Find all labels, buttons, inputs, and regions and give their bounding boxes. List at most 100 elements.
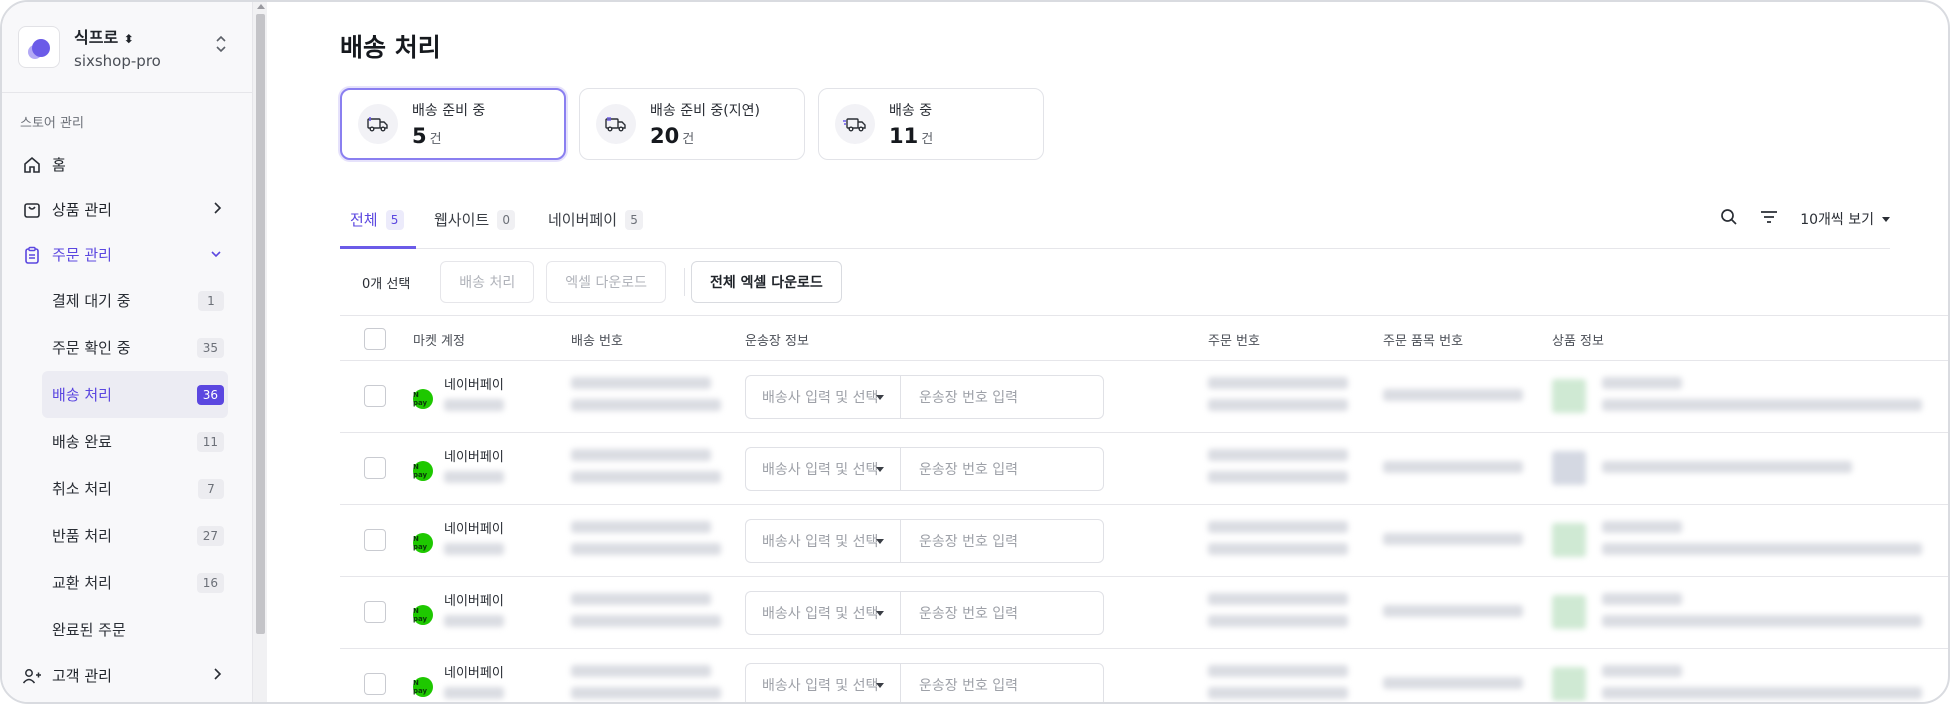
caret-down-icon: [1882, 216, 1890, 222]
tab-naverpay[interactable]: 네이버페이 5: [548, 209, 644, 230]
status-card-shipping[interactable]: 배송 중 11 건: [818, 88, 1044, 160]
tab-label: 네이버페이: [548, 211, 618, 229]
tracking-number-input[interactable]: 운송장 번호 입력: [900, 519, 1104, 563]
status-card-label: 배송 중: [889, 103, 933, 119]
actions-divider: [684, 268, 686, 296]
sidebar-item-customer[interactable]: 고객 관리: [2, 653, 252, 698]
selected-count: 0개 선택: [362, 276, 411, 292]
sidebar: 식프로 ⬍ sixshop-pro 스토어 관리 홈 상품 관리 주문 관리 결…: [2, 2, 252, 702]
tab-all[interactable]: 전체 5: [350, 209, 404, 230]
sidebar-subitem-payment-pending[interactable]: 결제 대기 중 1: [2, 277, 252, 324]
count-badge: 1: [198, 291, 224, 311]
courier-select[interactable]: 배송사 입력 및 선택: [745, 663, 900, 702]
select-all-checkbox[interactable]: [364, 328, 386, 350]
store-name-arrow-icon: ⬍: [123, 32, 134, 46]
store-toggle-icon[interactable]: [214, 34, 228, 56]
table-header: 마켓 계정 배송 번호 운송장 정보 주문 번호 주문 품목 번호 상품 정보: [340, 315, 1948, 361]
page-size-select[interactable]: 10개씩 보기: [1800, 209, 1890, 229]
tracking-number-input[interactable]: 운송장 번호 입력: [900, 591, 1104, 635]
truck-delayed-icon: [596, 104, 636, 144]
table-tools: 10개씩 보기: [1720, 208, 1890, 230]
status-cards: 배송 준비 중 5건 배송 준비 중(지연) 20 건 배송 중 11 건: [340, 88, 1044, 160]
status-card-preparing[interactable]: 배송 준비 중 5건: [340, 88, 566, 160]
sidebar-item-home[interactable]: 홈: [2, 142, 252, 187]
row-checkbox[interactable]: [364, 601, 386, 623]
sidebar-subitem-shipping-done[interactable]: 배송 완료 11: [2, 418, 252, 465]
sidebar-subitem-completed[interactable]: 완료된 주문: [2, 606, 252, 653]
status-card-label: 배송 준비 중(지연): [650, 103, 760, 119]
scrollbar-thumb[interactable]: [256, 14, 265, 634]
filter-icon[interactable]: [1760, 209, 1778, 229]
count-badge: 11: [196, 432, 224, 452]
store-logo: [18, 26, 60, 68]
chevron-right-icon: [212, 201, 222, 219]
caret-down-icon: [876, 539, 884, 544]
tracking-number-input[interactable]: 운송장 번호 입력: [900, 447, 1104, 491]
status-card-unit: 건: [429, 132, 442, 147]
table-row: N pay 네이버페이 배송사 입력 및 선택 운송장 번호 입력: [340, 433, 1948, 505]
tab-website[interactable]: 웹사이트 0: [434, 209, 516, 230]
caret-down-icon: [876, 395, 884, 400]
chevron-down-icon: [210, 246, 222, 264]
sidebar-item-order[interactable]: 주문 관리: [2, 232, 252, 277]
row-checkbox[interactable]: [364, 673, 386, 695]
status-card-value: 20: [650, 124, 680, 148]
naverpay-icon: N pay: [413, 461, 433, 481]
sidebar-subitem-order-checking[interactable]: 주문 확인 중 35: [2, 324, 252, 371]
market-name: 네이버페이: [444, 666, 504, 681]
users-icon: [22, 666, 42, 686]
store-id: sixshop-pro: [74, 52, 161, 70]
table-row: N pay 네이버페이 배송사 입력 및 선택 운송장 번호 입력: [340, 361, 1948, 433]
excel-download-button[interactable]: 엑셀 다운로드: [546, 261, 667, 303]
sidebar-subitem-label: 배송 완료: [52, 433, 112, 451]
count-badge: 27: [196, 526, 224, 546]
count-badge: 35: [196, 338, 224, 358]
courier-select[interactable]: 배송사 입력 및 선택: [745, 375, 900, 419]
status-card-delayed[interactable]: 배송 준비 중(지연) 20 건: [579, 88, 805, 160]
status-card-unit: 건: [921, 132, 934, 147]
status-card-value: 11: [889, 124, 919, 148]
excel-download-all-button[interactable]: 전체 엑셀 다운로드: [691, 261, 842, 303]
store-name: 식프로: [74, 28, 119, 47]
market-name: 네이버페이: [444, 594, 504, 609]
sidebar-item-label: 상품 관리: [52, 201, 112, 219]
naverpay-icon: N pay: [413, 677, 433, 697]
sidebar-scrollbar[interactable]: [252, 2, 267, 702]
col-product: 상품 정보: [1552, 334, 1604, 349]
courier-select[interactable]: 배송사 입력 및 선택: [745, 591, 900, 635]
tab-active-indicator: [340, 246, 416, 249]
sidebar-item-label: 고객 관리: [52, 667, 112, 685]
col-item-no: 주문 품목 번호: [1383, 334, 1464, 349]
col-market: 마켓 계정: [413, 334, 465, 349]
tab-count: 0: [497, 209, 516, 230]
sidebar-nav: 홈 상품 관리 주문 관리 결제 대기 중 1 주문 확인 중 35 배송 처리 36…: [2, 142, 252, 698]
market-name: 네이버페이: [444, 450, 504, 465]
search-icon[interactable]: [1720, 208, 1738, 230]
status-card-label: 배송 준비 중: [412, 103, 486, 119]
table-row: N pay 네이버페이 배송사 입력 및 선택 운송장 번호 입력: [340, 505, 1948, 577]
tab-count: 5: [625, 209, 644, 230]
sidebar-subitem-cancel[interactable]: 취소 처리 7: [2, 465, 252, 512]
page-title: 배송 처리: [340, 33, 441, 62]
ship-process-button[interactable]: 배송 처리: [440, 261, 535, 303]
count-badge: 16: [196, 573, 224, 593]
row-checkbox[interactable]: [364, 529, 386, 551]
col-waybill: 운송장 정보: [745, 334, 809, 349]
tracking-number-input[interactable]: 운송장 번호 입력: [900, 663, 1104, 702]
count-badge: 36: [196, 385, 224, 405]
sidebar-subitem-shipping-process[interactable]: 배송 처리 36: [42, 371, 228, 418]
scroll-up-arrow-icon[interactable]: [257, 4, 265, 9]
row-checkbox[interactable]: [364, 385, 386, 407]
truck-icon: [358, 104, 398, 144]
truck-moving-icon: [835, 104, 875, 144]
courier-select[interactable]: 배송사 입력 및 선택: [745, 519, 900, 563]
row-checkbox[interactable]: [364, 457, 386, 479]
tracking-number-input[interactable]: 운송장 번호 입력: [900, 375, 1104, 419]
sidebar-subitem-return[interactable]: 반품 처리 27: [2, 512, 252, 559]
store-switcher[interactable]: 식프로 ⬍ sixshop-pro: [18, 18, 238, 76]
sidebar-item-label: 주문 관리: [52, 246, 112, 264]
sidebar-subitem-exchange[interactable]: 교환 처리 16: [2, 559, 252, 606]
sidebar-item-product[interactable]: 상품 관리: [2, 187, 252, 232]
sidebar-item-label: 홈: [52, 156, 66, 174]
courier-select[interactable]: 배송사 입력 및 선택: [745, 447, 900, 491]
